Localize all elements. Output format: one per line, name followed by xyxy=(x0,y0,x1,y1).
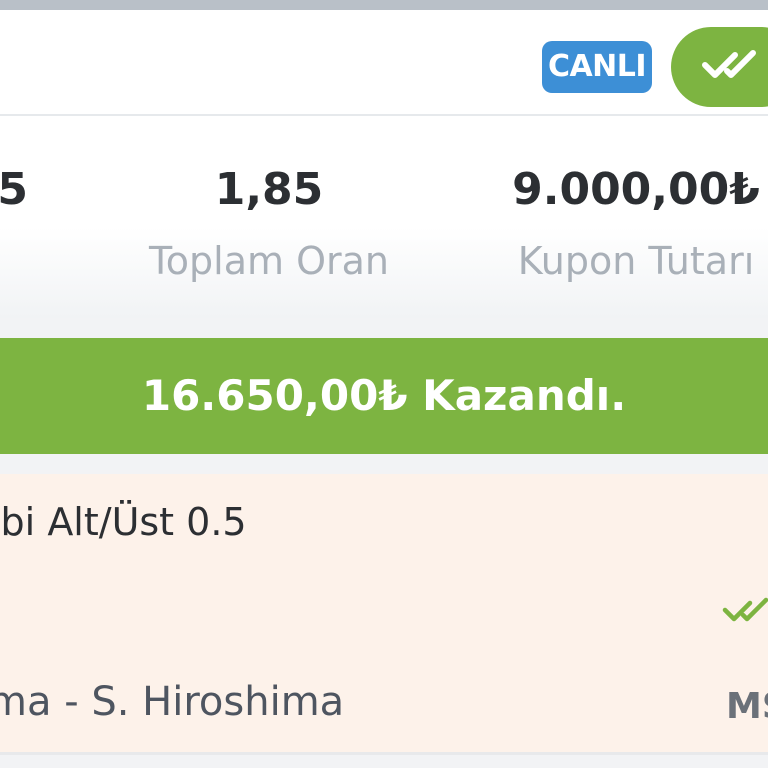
bet-type-label: MS xyxy=(726,686,768,727)
stat-label: Toplam Oran xyxy=(149,239,389,283)
stat-value: 9.000,00₺ xyxy=(512,164,760,215)
coupon-header: CANLI xyxy=(0,10,768,116)
double-check-icon xyxy=(702,50,756,78)
match-name: ma - S. Hiroshima xyxy=(0,679,345,725)
coupon-summary: 5 1,85 Toplam Oran 9.000,00₺ Kupon Tutar… xyxy=(0,116,768,318)
won-banner: 16.650,00₺ Kazandı. xyxy=(0,338,768,454)
coupon-status-pill xyxy=(671,27,768,107)
bet-selection-row[interactable]: ibi Alt/Üst 0.5 ma - S. Hiroshima MS xyxy=(0,474,768,755)
stat-value: 1,85 xyxy=(214,164,324,215)
stat-total-odds: 1,85 Toplam Oran xyxy=(130,164,408,283)
stat-coupon-amount: 9.000,00₺ Kupon Tutarı xyxy=(500,164,768,283)
stat-label: Kupon Tutarı xyxy=(517,239,755,283)
stat-value: 5 xyxy=(0,164,28,215)
double-check-icon xyxy=(722,597,768,622)
top-strip xyxy=(0,0,768,10)
stat-match-count: 5 xyxy=(0,168,28,212)
live-badge: CANLI xyxy=(542,41,652,93)
market-name: ibi Alt/Üst 0.5 xyxy=(0,500,247,544)
